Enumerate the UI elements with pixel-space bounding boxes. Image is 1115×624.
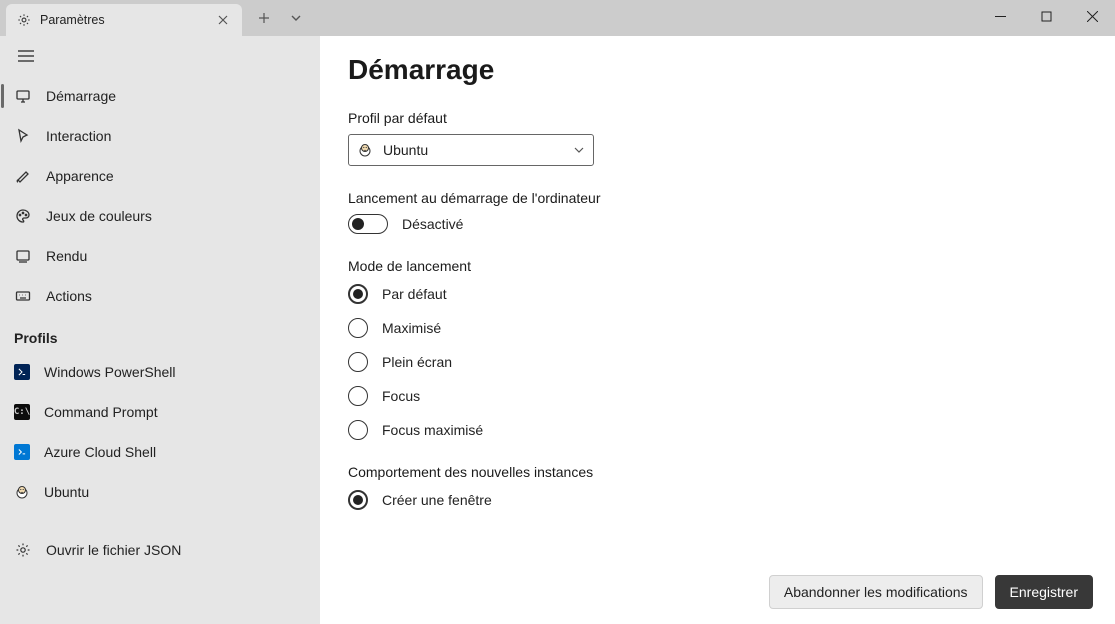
- cmd-icon: C:\: [14, 404, 30, 420]
- setting-new-instance: Comportement des nouvelles instances Cré…: [348, 464, 1087, 510]
- radio-label: Créer une fenêtre: [382, 492, 492, 508]
- tab-close-icon[interactable]: [214, 13, 232, 27]
- tab-label: Paramètres: [40, 13, 214, 27]
- setting-label: Lancement au démarrage de l'ordinateur: [348, 190, 1087, 206]
- close-button[interactable]: [1069, 0, 1115, 32]
- radio-label: Par défaut: [382, 286, 447, 302]
- chevron-down-icon: [573, 144, 585, 156]
- sidebar-profile-cmd[interactable]: C:\ Command Prompt: [0, 392, 320, 432]
- radio-icon: [348, 352, 368, 372]
- powershell-icon: [14, 364, 30, 380]
- sidebar-profile-ubuntu[interactable]: Ubuntu: [0, 472, 320, 512]
- sidebar-item-label: Azure Cloud Shell: [44, 444, 156, 460]
- radio-label: Plein écran: [382, 354, 452, 370]
- radio-focus-max[interactable]: Focus maximisé: [348, 420, 1087, 440]
- nav: Démarrage Interaction Apparence Jeux de …: [0, 72, 320, 570]
- sidebar-item-label: Rendu: [46, 248, 87, 264]
- startup-icon: [14, 87, 32, 105]
- sidebar-profile-azure[interactable]: Azure Cloud Shell: [0, 432, 320, 472]
- azure-icon: [14, 444, 30, 460]
- new-tab-button[interactable]: [248, 2, 280, 34]
- sidebar-item-label: Jeux de couleurs: [46, 208, 152, 224]
- sidebar-item-interaction[interactable]: Interaction: [0, 116, 320, 156]
- setting-label: Comportement des nouvelles instances: [348, 464, 1087, 480]
- page-title: Démarrage: [348, 54, 1087, 86]
- toggle-knob: [352, 218, 364, 230]
- radio-icon: [348, 284, 368, 304]
- radio-label: Maximisé: [382, 320, 441, 336]
- button-label: Abandonner les modifications: [784, 584, 968, 600]
- radio-create-window[interactable]: Créer une fenêtre: [348, 490, 1087, 510]
- launch-on-startup-toggle[interactable]: [348, 214, 388, 234]
- sidebar-item-label: Démarrage: [46, 88, 116, 104]
- button-label: Enregistrer: [1010, 584, 1078, 600]
- new-instance-radio-group: Créer une fenêtre: [348, 490, 1087, 510]
- sidebar-item-label: Ubuntu: [44, 484, 89, 500]
- radio-icon: [348, 318, 368, 338]
- monitor-icon: [14, 247, 32, 265]
- brush-icon: [14, 167, 32, 185]
- content-wrap: Démarrage Profil par défaut Ubuntu Lance…: [320, 36, 1115, 624]
- discard-button[interactable]: Abandonner les modifications: [769, 575, 983, 609]
- hamburger-button[interactable]: [0, 36, 320, 72]
- dropdown-value: Ubuntu: [383, 142, 573, 158]
- sidebar-open-json[interactable]: Ouvrir le fichier JSON: [0, 530, 320, 570]
- launch-mode-radio-group: Par défaut Maximisé Plein écran Focus: [348, 284, 1087, 440]
- tab-actions: [248, 2, 312, 34]
- sidebar-profile-powershell[interactable]: Windows PowerShell: [0, 352, 320, 392]
- ubuntu-icon: [14, 484, 30, 500]
- radio-fullscreen[interactable]: Plein écran: [348, 352, 1087, 372]
- sidebar-item-actions[interactable]: Actions: [0, 276, 320, 316]
- radio-icon: [348, 386, 368, 406]
- setting-default-profile: Profil par défaut Ubuntu: [348, 110, 1087, 166]
- minimize-button[interactable]: [977, 0, 1023, 32]
- sidebar-item-startup[interactable]: Démarrage: [0, 76, 320, 116]
- radio-icon: [348, 490, 368, 510]
- sidebar-item-label: Windows PowerShell: [44, 364, 176, 380]
- sidebar-section-profiles: Profils: [0, 316, 320, 352]
- radio-maximized[interactable]: Maximisé: [348, 318, 1087, 338]
- cursor-icon: [14, 127, 32, 145]
- palette-icon: [14, 207, 32, 225]
- tab-dropdown-button[interactable]: [280, 2, 312, 34]
- window-controls: [977, 0, 1115, 32]
- sidebar-item-label: Command Prompt: [44, 404, 158, 420]
- radio-icon: [348, 420, 368, 440]
- sidebar-item-label: Ouvrir le fichier JSON: [46, 542, 181, 558]
- toggle-status: Désactivé: [402, 216, 463, 232]
- tab-settings[interactable]: Paramètres: [6, 4, 242, 36]
- radio-label: Focus maximisé: [382, 422, 483, 438]
- sidebar-item-label: Actions: [46, 288, 92, 304]
- setting-launch-on-startup: Lancement au démarrage de l'ordinateur D…: [348, 190, 1087, 234]
- setting-label: Profil par défaut: [348, 110, 1087, 126]
- save-button[interactable]: Enregistrer: [995, 575, 1093, 609]
- radio-focus[interactable]: Focus: [348, 386, 1087, 406]
- radio-label: Focus: [382, 388, 420, 404]
- sidebar-item-label: Interaction: [46, 128, 111, 144]
- content: Démarrage Profil par défaut Ubuntu Lance…: [320, 36, 1115, 560]
- radio-default[interactable]: Par défaut: [348, 284, 1087, 304]
- setting-label: Mode de lancement: [348, 258, 1087, 274]
- sidebar-item-rendering[interactable]: Rendu: [0, 236, 320, 276]
- maximize-button[interactable]: [1023, 0, 1069, 32]
- setting-launch-mode: Mode de lancement Par défaut Maximisé Pl…: [348, 258, 1087, 440]
- sidebar-item-color-schemes[interactable]: Jeux de couleurs: [0, 196, 320, 236]
- gear-icon: [16, 12, 32, 28]
- titlebar: Paramètres: [0, 0, 1115, 36]
- footer: Abandonner les modifications Enregistrer: [320, 560, 1115, 624]
- default-profile-dropdown[interactable]: Ubuntu: [348, 134, 594, 166]
- sidebar-item-appearance[interactable]: Apparence: [0, 156, 320, 196]
- gear-icon: [14, 541, 32, 559]
- ubuntu-icon: [357, 142, 373, 158]
- sidebar-item-label: Apparence: [46, 168, 114, 184]
- sidebar: Démarrage Interaction Apparence Jeux de …: [0, 36, 320, 624]
- keyboard-icon: [14, 287, 32, 305]
